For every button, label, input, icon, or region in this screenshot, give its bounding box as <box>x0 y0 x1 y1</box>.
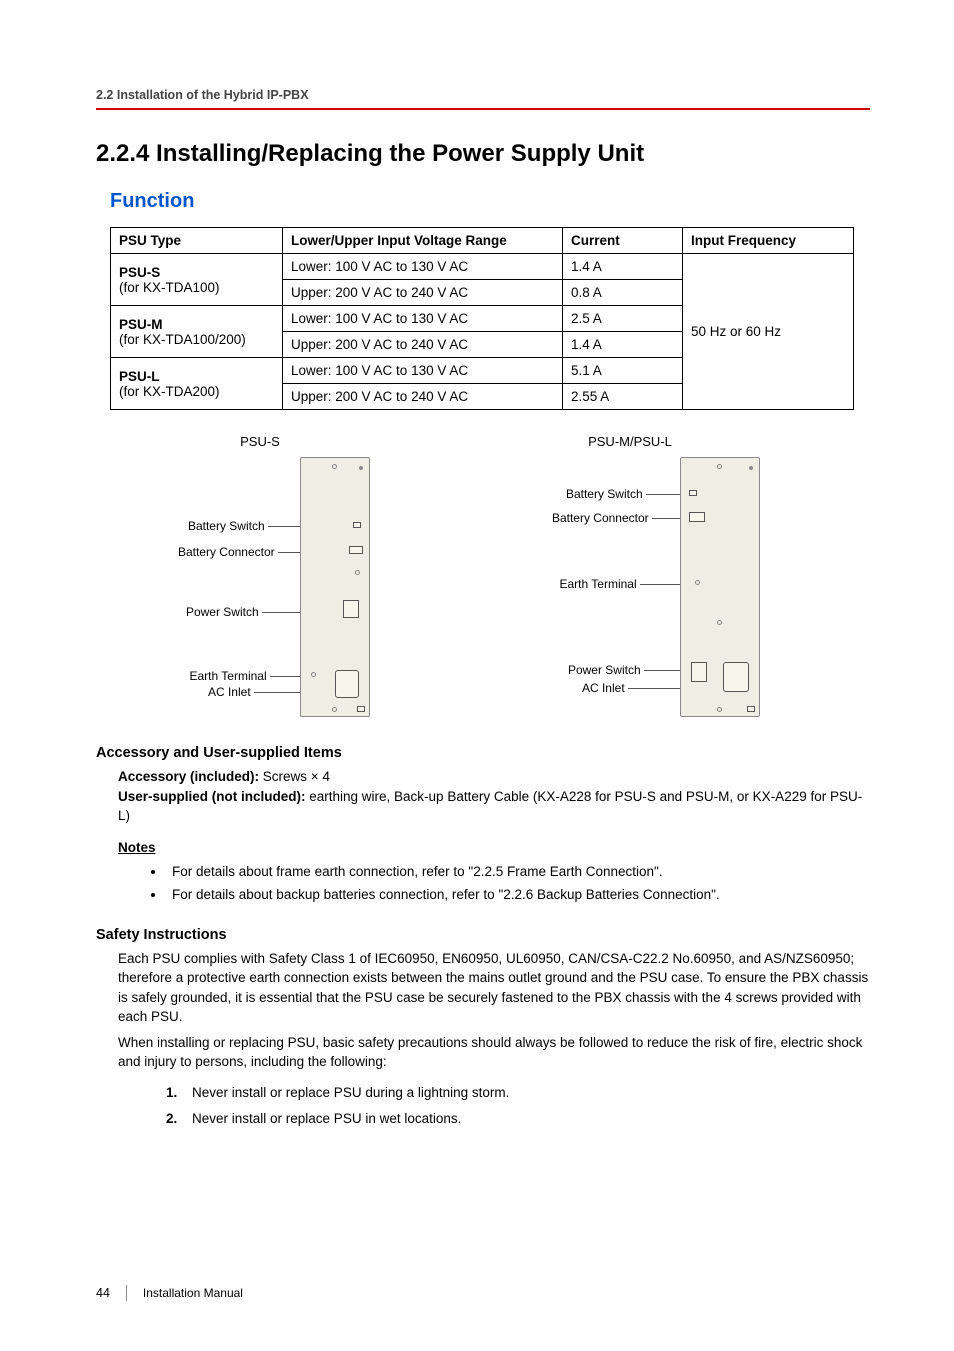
psu-type-note: (for KX-TDA100) <box>119 280 220 295</box>
cell-range: Lower: 100 V AC to 130 V AC <box>283 254 563 280</box>
function-heading: Function <box>110 190 870 213</box>
list-item: For details about frame earth connection… <box>166 861 870 884</box>
accessory-heading: Accessory and User-supplied Items <box>96 745 870 761</box>
safety-list: Never install or replace PSU during a li… <box>166 1080 870 1131</box>
accessory-user: User-supplied (not included): earthing w… <box>118 787 870 826</box>
psu-type-note: (for KX-TDA200) <box>119 384 220 399</box>
ac-inlet-icon <box>723 662 749 692</box>
cell-psu-type: PSU-S(for KX-TDA100) <box>111 254 283 306</box>
battery-connector-icon <box>349 546 363 554</box>
cell-range: Lower: 100 V AC to 130 V AC <box>283 358 563 384</box>
section-path: 2.2 Installation of the Hybrid IP-PBX <box>96 88 870 102</box>
cell-range: Upper: 200 V AC to 240 V AC <box>283 384 563 410</box>
psu-type-label: PSU-S <box>119 265 160 280</box>
psu-type-note: (for KX-TDA100/200) <box>119 332 246 347</box>
table-header-row: PSU Type Lower/Upper Input Voltage Range… <box>111 228 854 254</box>
safety-p1: Each PSU complies with Safety Class 1 of… <box>118 949 870 1027</box>
col-freq: Input Frequency <box>683 228 854 254</box>
diagram-row: PSU-S Battery Switch Battery Connector P… <box>110 434 870 717</box>
header-rule <box>96 108 870 110</box>
label-ac-inlet: AC Inlet <box>208 685 300 699</box>
accessory-included: Accessory (included): Screws × 4 <box>118 767 870 787</box>
diagram-body-s: Battery Switch Battery Connector Power S… <box>150 457 370 717</box>
labels-ml: Battery Switch Battery Connector Earth T… <box>500 457 680 717</box>
cell-current: 1.4 A <box>563 332 683 358</box>
label-battery-switch-ml: Battery Switch <box>566 487 680 501</box>
footer-label: Installation Manual <box>143 1286 243 1300</box>
panel-ml <box>680 457 760 717</box>
safety-p2: When installing or replacing PSU, basic … <box>118 1033 870 1072</box>
list-item: For details about backup batteries conne… <box>166 884 870 907</box>
diagram-body-ml: Battery Switch Battery Connector Earth T… <box>500 457 760 717</box>
list-item: Never install or replace PSU during a li… <box>166 1080 870 1106</box>
notes-heading: Notes <box>118 840 870 855</box>
col-voltage: Lower/Upper Input Voltage Range <box>283 228 563 254</box>
psu-type-label: PSU-L <box>119 369 160 384</box>
table-row: PSU-S(for KX-TDA100) Lower: 100 V AC to … <box>111 254 854 280</box>
cell-freq: 50 Hz or 60 Hz <box>683 254 854 410</box>
label-battery-connector-ml: Battery Connector <box>552 511 680 525</box>
label-power-switch-ml: Power Switch <box>568 663 680 677</box>
col-current: Current <box>563 228 683 254</box>
diagram-psu-s: PSU-S Battery Switch Battery Connector P… <box>110 434 410 717</box>
panel-s <box>300 457 370 717</box>
diagram-title-ml: PSU-M/PSU-L <box>588 434 672 449</box>
power-switch-icon <box>343 600 359 618</box>
page-footer: 44 Installation Manual <box>96 1285 243 1301</box>
cell-psu-type: PSU-M(for KX-TDA100/200) <box>111 306 283 358</box>
cell-psu-type: PSU-L(for KX-TDA200) <box>111 358 283 410</box>
cell-current: 2.5 A <box>563 306 683 332</box>
page-number: 44 <box>96 1286 110 1300</box>
list-item: Never install or replace PSU in wet loca… <box>166 1106 870 1132</box>
notes-list: For details about frame earth connection… <box>166 861 870 907</box>
label-ac-inlet-ml: AC Inlet <box>582 681 680 695</box>
battery-switch-icon <box>353 522 361 528</box>
cell-current: 2.55 A <box>563 384 683 410</box>
diagram-psu-ml: PSU-M/PSU-L Battery Switch Battery Conne… <box>450 434 810 717</box>
ac-inlet-icon <box>335 670 359 698</box>
battery-switch-icon <box>689 490 697 496</box>
labels-s: Battery Switch Battery Connector Power S… <box>150 457 300 717</box>
cell-range: Upper: 200 V AC to 240 V AC <box>283 332 563 358</box>
label-battery-switch: Battery Switch <box>188 519 300 533</box>
label-power-switch: Power Switch <box>186 605 300 619</box>
label-earth-terminal: Earth Terminal <box>190 669 301 683</box>
diagram-title-s: PSU-S <box>240 434 280 449</box>
footer-separator <box>126 1285 127 1301</box>
label-earth-terminal-ml: Earth Terminal <box>560 577 681 591</box>
page-title: 2.2.4 Installing/Replacing the Power Sup… <box>96 140 870 168</box>
cell-current: 1.4 A <box>563 254 683 280</box>
safety-heading: Safety Instructions <box>96 927 870 943</box>
cell-range: Upper: 200 V AC to 240 V AC <box>283 280 563 306</box>
cell-current: 5.1 A <box>563 358 683 384</box>
psu-type-label: PSU-M <box>119 317 163 332</box>
cell-range: Lower: 100 V AC to 130 V AC <box>283 306 563 332</box>
power-switch-icon <box>691 662 707 682</box>
battery-connector-icon <box>689 512 705 522</box>
label-battery-connector: Battery Connector <box>178 545 300 559</box>
col-psu-type: PSU Type <box>111 228 283 254</box>
cell-current: 0.8 A <box>563 280 683 306</box>
psu-table: PSU Type Lower/Upper Input Voltage Range… <box>110 227 854 410</box>
